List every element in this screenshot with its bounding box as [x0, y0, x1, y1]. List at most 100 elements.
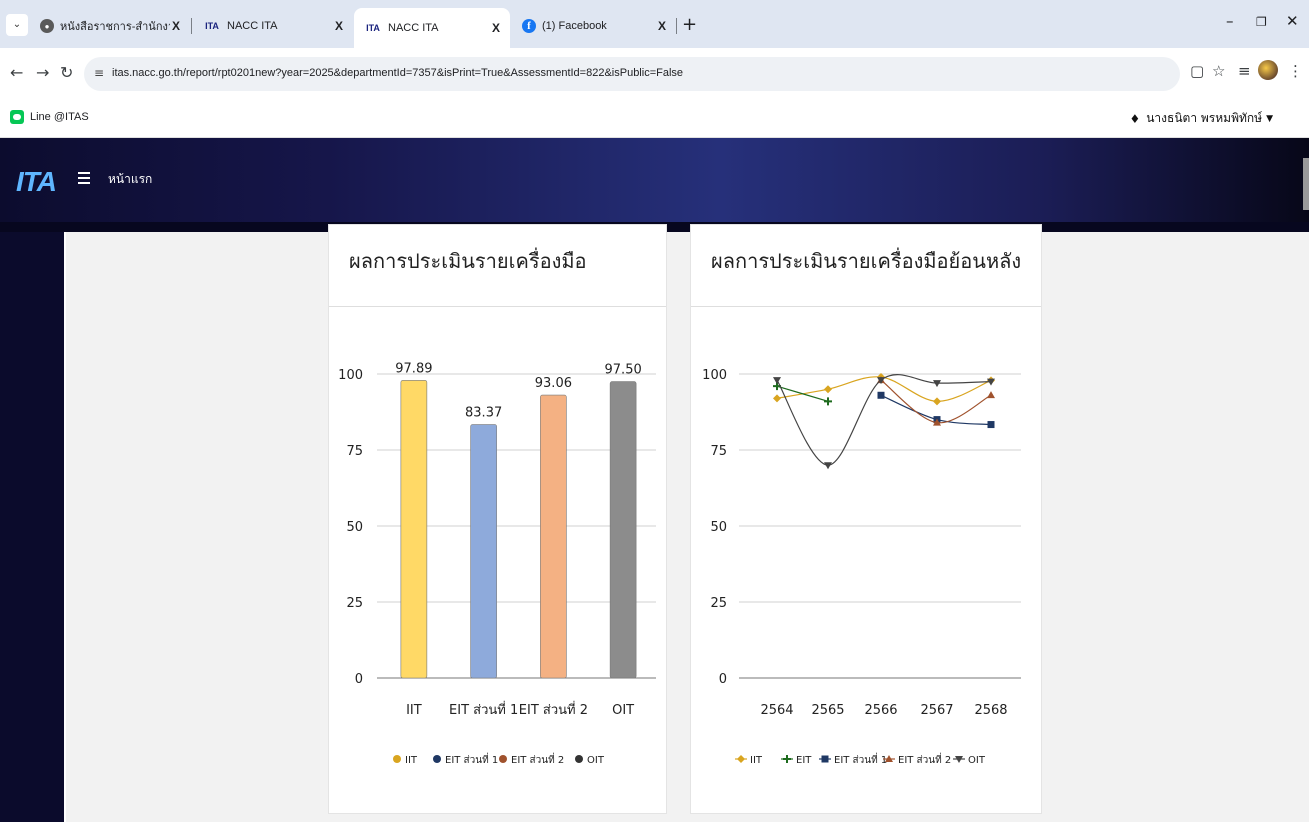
x-tick-label: 2568 — [974, 703, 1007, 718]
tab-facebook[interactable]: f (1) Facebook X — [512, 8, 676, 44]
minimize-icon[interactable]: – — [1226, 12, 1234, 30]
address-bar[interactable]: ≡ itas.nacc.go.th/report/rpt0201new?year… — [84, 57, 1180, 91]
close-tab-icon[interactable]: X — [335, 19, 343, 33]
y-tick-label: 50 — [710, 520, 727, 535]
bar-chart: 0 25 50 75 100 97.89 IIT 83.37 EIT ส่วนที่ 1 93.0… — [338, 361, 656, 766]
x-tick-label: 2566 — [864, 703, 897, 718]
browser-tab-strip: ⌄ ● หนังสือราชการ-สำนักงานส่งเสริมการ X … — [0, 0, 1309, 48]
new-tab-button[interactable]: + — [682, 14, 697, 35]
reload-icon[interactable]: ↻ — [60, 63, 73, 82]
browser-menu-icon[interactable]: ⋮ — [1288, 62, 1303, 80]
logo-text: ITA — [16, 166, 57, 197]
x-tick-label: IIT — [406, 703, 422, 718]
y-tick-label: 50 — [346, 520, 363, 535]
translate-icon[interactable]: ▢ — [1190, 62, 1204, 80]
tab-nacc-ita-1[interactable]: ITA NACC ITA X — [193, 8, 353, 44]
data-label: 97.89 — [395, 361, 432, 376]
notification-bell-icon[interactable]: ♦ — [1129, 112, 1140, 126]
y-tick-label: 100 — [338, 368, 363, 383]
tab-gov-document[interactable]: ● หนังสือราชการ-สำนักงานส่งเสริมการ X — [30, 8, 190, 44]
tab-nacc-ita-active[interactable]: ITA NACC ITA X — [354, 8, 510, 48]
hamburger-menu-icon[interactable] — [78, 172, 90, 184]
site-settings-icon[interactable]: ≡ — [94, 66, 104, 80]
itas-logo-icon: ITA — [366, 23, 380, 33]
chevron-down-icon: ▼ — [1266, 113, 1273, 124]
data-point — [773, 394, 781, 403]
data-point — [773, 377, 781, 385]
series-line — [776, 385, 829, 402]
data-point — [824, 385, 832, 394]
tab-title: NACC ITA — [227, 20, 278, 32]
y-tick-label: 75 — [710, 444, 727, 459]
y-tick-label: 25 — [710, 596, 727, 611]
bookmark-label: Line @ITAS — [30, 111, 89, 123]
user-menu[interactable]: ♦ นางธนิตา พรหมพิทักษ์ ▼ — [1129, 109, 1273, 128]
reading-list-icon[interactable]: ≡ — [1238, 62, 1251, 80]
x-tick-label: EIT ส่วนที่ 2 — [519, 701, 588, 718]
y-tick-label: 0 — [355, 672, 363, 687]
sidebar — [0, 232, 64, 822]
main-content — [66, 232, 1309, 822]
url-text[interactable]: itas.nacc.go.th/report/rpt0201new?year=2… — [112, 67, 683, 79]
data-point — [821, 755, 829, 763]
y-tick-label: 0 — [719, 672, 727, 687]
data-point — [737, 755, 745, 763]
close-tab-icon[interactable]: X — [658, 19, 666, 33]
bookmark-star-icon[interactable]: ☆ — [1212, 62, 1225, 80]
x-tick-label: OIT — [612, 703, 634, 718]
tab-title: NACC ITA — [388, 22, 439, 34]
forward-arrow-icon[interactable]: → — [36, 63, 49, 82]
x-tick-label: 2565 — [811, 703, 844, 718]
data-point — [783, 755, 791, 763]
profile-avatar[interactable] — [1258, 60, 1278, 80]
legend-label: OIT — [968, 755, 986, 766]
legend-label: EIT ส่วนที่ 1 — [445, 752, 498, 766]
legend-marker — [499, 755, 507, 763]
bar-chart-card: ผลการประเมินรายเครื่องมือ 0 25 50 75 100 97.8… — [328, 224, 667, 814]
tab-separator — [191, 18, 192, 34]
facebook-icon: f — [522, 19, 536, 33]
web-page: ITA หน้าแรก ผลการประเมินรายเครื่องมือ 0 2… — [0, 138, 1309, 822]
card-title: ผลการประเมินรายเครื่องมือ — [329, 225, 666, 307]
data-label: 83.37 — [465, 406, 502, 421]
data-point — [933, 397, 941, 406]
close-tab-icon[interactable]: X — [492, 21, 500, 35]
close-tab-icon[interactable]: X — [172, 19, 180, 33]
data-point — [824, 397, 832, 406]
legend-label: EIT ส่วนที่ 2 — [511, 752, 564, 766]
y-tick-label: 100 — [702, 368, 727, 383]
page-scrollbar[interactable] — [1303, 158, 1309, 210]
legend-marker — [433, 755, 441, 763]
legend-label: EIT ส่วนที่ 1 — [834, 752, 887, 766]
data-point — [824, 462, 832, 470]
tab-separator — [676, 18, 677, 34]
ita-logo[interactable]: ITA — [16, 166, 57, 198]
itas-logo-icon: ITA — [205, 21, 219, 31]
bar — [609, 381, 637, 679]
restore-icon[interactable]: ❐ — [1256, 15, 1267, 29]
x-tick-label: 2564 — [760, 703, 793, 718]
back-arrow-icon[interactable]: ← — [10, 63, 23, 82]
card-body: 0 25 50 75 100 97.89 IIT 83.37 EIT ส่วนที่ 1 93.0… — [329, 307, 666, 811]
card-body: 0 25 50 75 100 2564 2565 2566 2567 2568 IIT EIT EIT … — [691, 307, 1041, 811]
nav-home-link[interactable]: หน้าแรก — [108, 170, 152, 189]
bookmark-line-itas[interactable]: Line @ITAS — [10, 110, 89, 124]
data-point — [987, 391, 995, 399]
legend-label: EIT — [796, 755, 812, 766]
line-app-icon — [10, 110, 24, 124]
data-label: 93.06 — [535, 376, 572, 391]
bookmarks-bar: Line @ITAS ♦ นางธนิตา พรหมพิทักษ์ ▼ — [0, 100, 1309, 138]
y-tick-label: 75 — [346, 444, 363, 459]
legend-label: IIT — [405, 755, 418, 766]
tab-search-button[interactable]: ⌄ — [6, 14, 28, 36]
window-close-icon[interactable]: ✕ — [1286, 12, 1299, 30]
tab-title: (1) Facebook — [542, 20, 607, 32]
data-label: 97.50 — [605, 363, 642, 378]
x-tick-label: EIT ส่วนที่ 1 — [449, 701, 518, 718]
bar — [540, 394, 567, 679]
legend-marker — [393, 755, 401, 763]
data-point — [877, 391, 885, 399]
user-name: นางธนิตา พรหมพิทักษ์ — [1146, 111, 1263, 125]
series-line — [776, 374, 992, 466]
site-navbar: ITA หน้าแรก — [0, 138, 1309, 222]
